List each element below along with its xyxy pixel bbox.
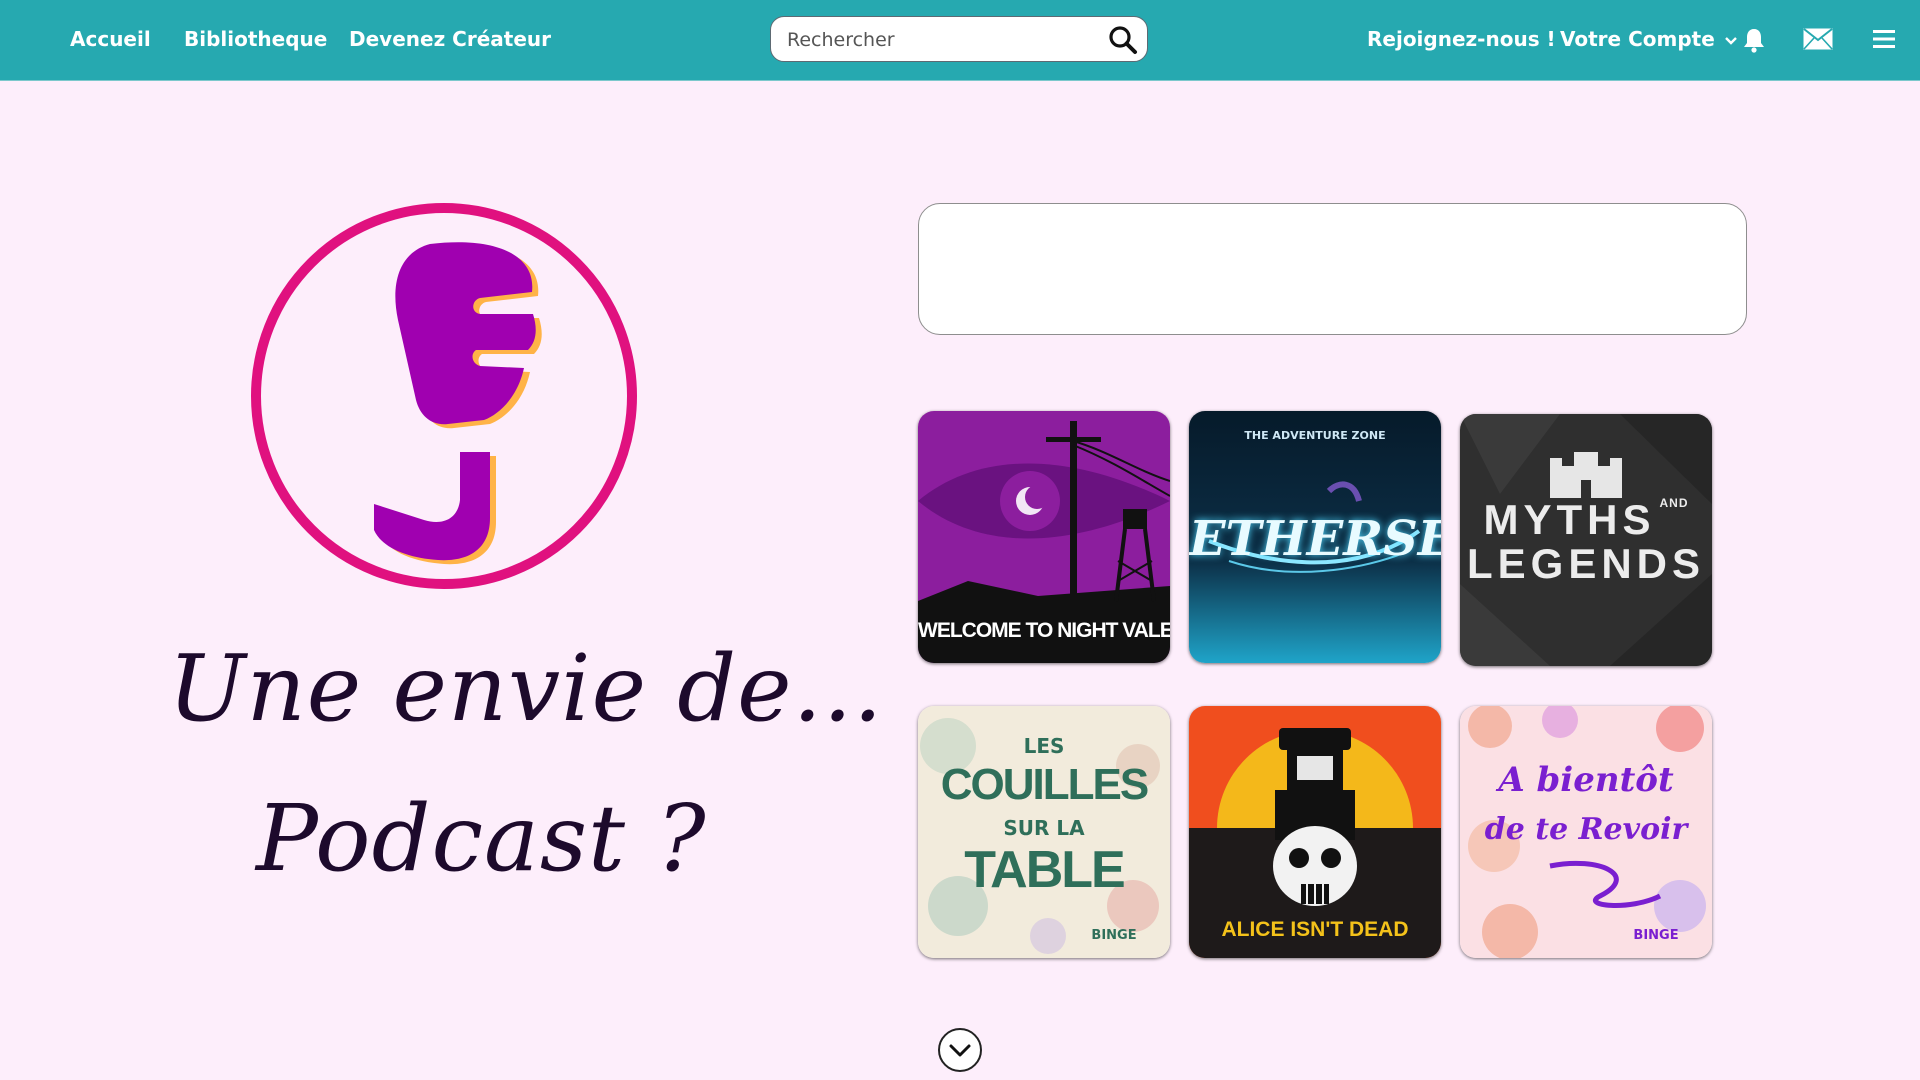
podcast-tile-myths-legends[interactable]: MYTHS AND LEGENDS [1460,414,1712,666]
podcast-title-line1: A bientôt [1498,760,1674,800]
podcast-tile-alice-isnt-dead[interactable]: ALICE ISN'T DEAD [1189,706,1441,958]
featured-banner-box [918,203,1747,335]
chevron-down-icon [1724,36,1737,45]
top-navigation-bar: Accueil Bibliotheque Devenez Créateur Re… [0,0,1920,81]
podcast-title-line2: LEGENDS [1466,540,1706,587]
podcast-tile-a-bientot[interactable]: A bientôt de te Revoir BINGE [1460,706,1712,958]
binge-brand: BINGE [1091,928,1137,943]
nav-bibliotheque[interactable]: Bibliotheque [184,0,327,78]
podcast-title-sur: SUR LA [1003,816,1085,840]
title-and: AND [1659,496,1689,510]
podcast-title-mid: COUILLES [940,760,1149,809]
hero-title-line2: Podcast ? [256,785,707,892]
podcast-title: WELCOME TO NIGHT VALE [918,619,1170,642]
podcast-tile-couilles-sur-la-table[interactable]: LES COUILLES SUR LA TABLE BINGE [918,706,1170,958]
podcast-title-top: LES [1023,734,1065,758]
hero-title-line1: Une envie de... [168,635,884,742]
podcast-title: ALICE ISN'T DEAD [1221,918,1409,941]
bell-icon[interactable] [1742,27,1766,57]
search-icon[interactable] [1105,22,1141,58]
join-us-link[interactable]: Rejoignez-nous ! [1367,0,1556,78]
account-menu[interactable]: Votre Compte [1560,0,1738,78]
brand-logo [248,200,640,592]
podcast-subtitle: THE ADVENTURE ZONE [1244,429,1386,442]
search-input[interactable] [785,23,1089,57]
mail-icon[interactable] [1803,28,1833,54]
podcast-title-line1: MYTHS AND [1460,496,1712,544]
menu-icon[interactable] [1872,28,1896,54]
podcast-tile-ethersea[interactable]: THE ADVENTURE ZONE ETHERSEA [1189,411,1441,663]
chevron-down-icon [949,1044,971,1057]
podcast-tile-night-vale[interactable]: WELCOME TO NIGHT VALE [918,411,1170,663]
search-bar [770,16,1148,62]
binge-brand: BINGE [1633,928,1679,943]
podcast-title-line2: de te Revoir [1484,812,1688,847]
title-myths: MYTHS [1483,496,1656,543]
nav-accueil[interactable]: Accueil [70,0,151,78]
podcast-title: ETHERSEA [1189,511,1441,567]
nav-devenez-createur[interactable]: Devenez Créateur [349,0,551,78]
scroll-down-button[interactable] [938,1028,982,1072]
account-label: Votre Compte [1560,27,1715,51]
podcast-title-bottom: TABLE [964,841,1125,899]
